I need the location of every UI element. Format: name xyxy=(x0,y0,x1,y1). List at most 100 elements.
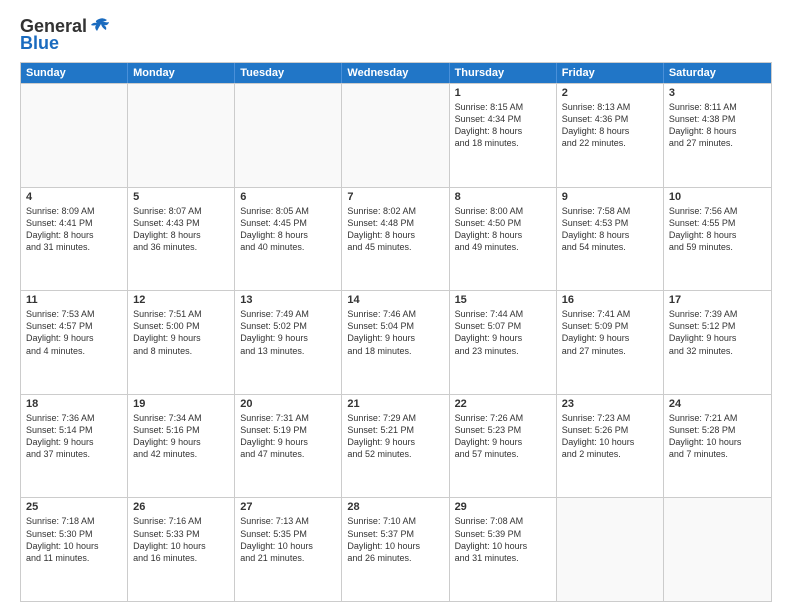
calendar-empty-cell xyxy=(235,84,342,187)
day-info: Sunrise: 7:41 AM Sunset: 5:09 PM Dayligh… xyxy=(562,308,658,357)
day-number: 29 xyxy=(455,501,551,513)
header-day-saturday: Saturday xyxy=(664,63,771,83)
day-info: Sunrise: 7:08 AM Sunset: 5:39 PM Dayligh… xyxy=(455,515,551,564)
day-info: Sunrise: 8:05 AM Sunset: 4:45 PM Dayligh… xyxy=(240,205,336,254)
calendar-day-8: 8 Sunrise: 8:00 AM Sunset: 4:50 PM Daylig… xyxy=(450,188,557,291)
day-number: 28 xyxy=(347,501,443,513)
calendar-day-9: 9Sunrise: 7:58 AM Sunset: 4:53 PM Daylig… xyxy=(557,188,664,291)
calendar-day-2: 2Sunrise: 8:13 AM Sunset: 4:36 PM Daylig… xyxy=(557,84,664,187)
calendar-day-25: 25 Sunrise: 7:18 AM Sunset: 5:30 PM Dayli… xyxy=(21,498,128,601)
day-number: 26 xyxy=(133,501,229,513)
day-info: Sunrise: 8:15 AM Sunset: 4:34 PM Dayligh… xyxy=(455,101,551,150)
day-info: Sunrise: 7:29 AM Sunset: 5:21 PM Dayligh… xyxy=(347,412,443,461)
header-day-wednesday: Wednesday xyxy=(342,63,449,83)
calendar-day-28: 28 Sunrise: 7:10 AM Sunset: 5:37 PM Dayli… xyxy=(342,498,449,601)
day-info: Sunrise: 7:56 AM Sunset: 4:55 PM Dayligh… xyxy=(669,205,766,254)
header: General Blue xyxy=(20,16,772,54)
day-info: Sunrise: 7:51 AM Sunset: 5:00 PM Dayligh… xyxy=(133,308,229,357)
day-number: 5 xyxy=(133,191,229,203)
header-day-friday: Friday xyxy=(557,63,664,83)
day-number: 2 xyxy=(562,87,658,99)
calendar-body: 1 Sunrise: 8:15 AM Sunset: 4:34 PM Daylig… xyxy=(21,83,771,601)
calendar-day-29: 29 Sunrise: 7:08 AM Sunset: 5:39 PM Dayli… xyxy=(450,498,557,601)
calendar-day-18: 18 Sunrise: 7:36 AM Sunset: 5:14 PM Dayli… xyxy=(21,395,128,498)
day-number: 7 xyxy=(347,191,443,203)
day-info: Sunrise: 8:02 AM Sunset: 4:48 PM Dayligh… xyxy=(347,205,443,254)
calendar-day-21: 21 Sunrise: 7:29 AM Sunset: 5:21 PM Dayli… xyxy=(342,395,449,498)
calendar: SundayMondayTuesdayWednesdayThursdayFrid… xyxy=(20,62,772,602)
calendar-day-17: 17 Sunrise: 7:39 AM Sunset: 5:12 PM Dayli… xyxy=(664,291,771,394)
day-number: 3 xyxy=(669,87,766,99)
day-info: Sunrise: 7:16 AM Sunset: 5:33 PM Dayligh… xyxy=(133,515,229,564)
day-number: 16 xyxy=(562,294,658,306)
calendar-empty-cell xyxy=(21,84,128,187)
header-day-tuesday: Tuesday xyxy=(235,63,342,83)
calendar-header: SundayMondayTuesdayWednesdayThursdayFrid… xyxy=(21,63,771,83)
calendar-empty-cell xyxy=(342,84,449,187)
day-info: Sunrise: 7:34 AM Sunset: 5:16 PM Dayligh… xyxy=(133,412,229,461)
day-number: 25 xyxy=(26,501,122,513)
day-info: Sunrise: 7:23 AM Sunset: 5:26 PM Dayligh… xyxy=(562,412,658,461)
day-number: 23 xyxy=(562,398,658,410)
day-number: 24 xyxy=(669,398,766,410)
page: General Blue SundayMondayTuesdayWednesda… xyxy=(0,0,792,612)
calendar-day-20: 20 Sunrise: 7:31 AM Sunset: 5:19 PM Dayli… xyxy=(235,395,342,498)
calendar-day-26: 26 Sunrise: 7:16 AM Sunset: 5:33 PM Dayli… xyxy=(128,498,235,601)
day-number: 20 xyxy=(240,398,336,410)
day-info: Sunrise: 7:39 AM Sunset: 5:12 PM Dayligh… xyxy=(669,308,766,357)
calendar-day-3: 3 Sunrise: 8:11 AM Sunset: 4:38 PM Daylig… xyxy=(664,84,771,187)
logo-bird-icon xyxy=(89,17,111,35)
day-number: 11 xyxy=(26,294,122,306)
calendar-empty-cell xyxy=(128,84,235,187)
day-number: 17 xyxy=(669,294,766,306)
calendar-empty-cell xyxy=(557,498,664,601)
header-day-thursday: Thursday xyxy=(450,63,557,83)
day-number: 19 xyxy=(133,398,229,410)
day-info: Sunrise: 7:49 AM Sunset: 5:02 PM Dayligh… xyxy=(240,308,336,357)
day-number: 10 xyxy=(669,191,766,203)
day-info: Sunrise: 7:31 AM Sunset: 5:19 PM Dayligh… xyxy=(240,412,336,461)
day-info: Sunrise: 8:09 AM Sunset: 4:41 PM Dayligh… xyxy=(26,205,122,254)
day-number: 27 xyxy=(240,501,336,513)
calendar-week-1: 1 Sunrise: 8:15 AM Sunset: 4:34 PM Daylig… xyxy=(21,83,771,187)
calendar-empty-cell xyxy=(664,498,771,601)
calendar-day-6: 6Sunrise: 8:05 AM Sunset: 4:45 PM Daylig… xyxy=(235,188,342,291)
calendar-week-2: 4Sunrise: 8:09 AM Sunset: 4:41 PM Daylig… xyxy=(21,187,771,291)
day-number: 8 xyxy=(455,191,551,203)
day-info: Sunrise: 7:53 AM Sunset: 4:57 PM Dayligh… xyxy=(26,308,122,357)
day-number: 22 xyxy=(455,398,551,410)
day-number: 13 xyxy=(240,294,336,306)
calendar-day-5: 5 Sunrise: 8:07 AM Sunset: 4:43 PM Daylig… xyxy=(128,188,235,291)
calendar-day-24: 24Sunrise: 7:21 AM Sunset: 5:28 PM Dayli… xyxy=(664,395,771,498)
day-info: Sunrise: 7:26 AM Sunset: 5:23 PM Dayligh… xyxy=(455,412,551,461)
header-day-monday: Monday xyxy=(128,63,235,83)
calendar-day-23: 23 Sunrise: 7:23 AM Sunset: 5:26 PM Dayli… xyxy=(557,395,664,498)
day-number: 21 xyxy=(347,398,443,410)
day-info: Sunrise: 8:11 AM Sunset: 4:38 PM Dayligh… xyxy=(669,101,766,150)
day-info: Sunrise: 7:46 AM Sunset: 5:04 PM Dayligh… xyxy=(347,308,443,357)
day-number: 12 xyxy=(133,294,229,306)
day-info: Sunrise: 7:44 AM Sunset: 5:07 PM Dayligh… xyxy=(455,308,551,357)
header-day-sunday: Sunday xyxy=(21,63,128,83)
calendar-day-12: 12 Sunrise: 7:51 AM Sunset: 5:00 PM Dayli… xyxy=(128,291,235,394)
day-info: Sunrise: 7:18 AM Sunset: 5:30 PM Dayligh… xyxy=(26,515,122,564)
calendar-day-22: 22 Sunrise: 7:26 AM Sunset: 5:23 PM Dayli… xyxy=(450,395,557,498)
day-number: 18 xyxy=(26,398,122,410)
day-info: Sunrise: 8:00 AM Sunset: 4:50 PM Dayligh… xyxy=(455,205,551,254)
calendar-day-10: 10 Sunrise: 7:56 AM Sunset: 4:55 PM Dayli… xyxy=(664,188,771,291)
day-info: Sunrise: 8:07 AM Sunset: 4:43 PM Dayligh… xyxy=(133,205,229,254)
day-info: Sunrise: 7:10 AM Sunset: 5:37 PM Dayligh… xyxy=(347,515,443,564)
day-number: 15 xyxy=(455,294,551,306)
day-info: Sunrise: 7:13 AM Sunset: 5:35 PM Dayligh… xyxy=(240,515,336,564)
day-number: 14 xyxy=(347,294,443,306)
calendar-week-5: 25 Sunrise: 7:18 AM Sunset: 5:30 PM Dayli… xyxy=(21,497,771,601)
day-number: 9 xyxy=(562,191,658,203)
logo-blue-text: Blue xyxy=(20,33,59,54)
calendar-day-1: 1 Sunrise: 8:15 AM Sunset: 4:34 PM Daylig… xyxy=(450,84,557,187)
day-number: 1 xyxy=(455,87,551,99)
calendar-day-14: 14 Sunrise: 7:46 AM Sunset: 5:04 PM Dayli… xyxy=(342,291,449,394)
calendar-day-15: 15 Sunrise: 7:44 AM Sunset: 5:07 PM Dayli… xyxy=(450,291,557,394)
calendar-day-13: 13 Sunrise: 7:49 AM Sunset: 5:02 PM Dayli… xyxy=(235,291,342,394)
day-info: Sunrise: 7:36 AM Sunset: 5:14 PM Dayligh… xyxy=(26,412,122,461)
calendar-day-7: 7 Sunrise: 8:02 AM Sunset: 4:48 PM Daylig… xyxy=(342,188,449,291)
